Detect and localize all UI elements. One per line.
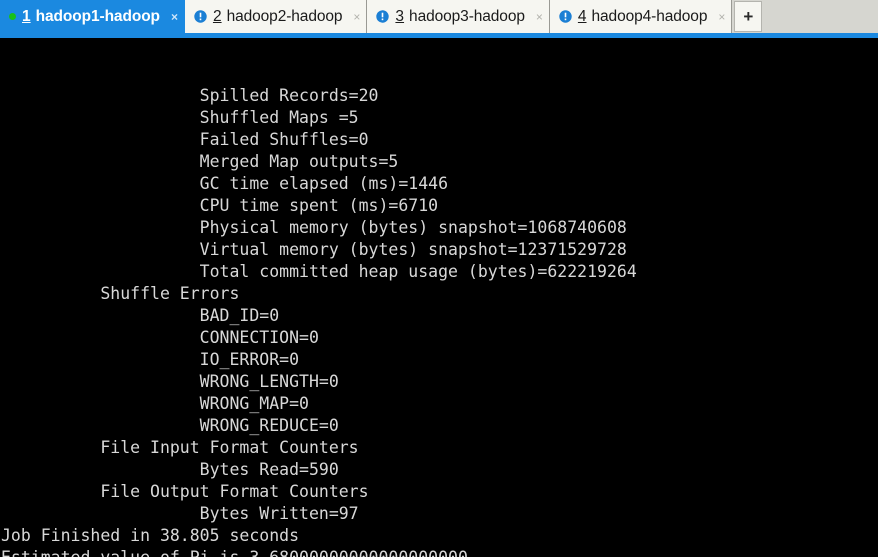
tab-number: 1 [22, 7, 31, 25]
terminal-line: IO_ERROR=0 [1, 350, 300, 369]
terminal-line: Shuffled Maps =5 [1, 108, 359, 127]
tab-title: hadoop4-hadoop [591, 7, 708, 25]
close-icon[interactable]: × [171, 11, 178, 23]
terminal-line: WRONG_LENGTH=0 [1, 372, 339, 391]
terminal-window: 1 hadoop1-hadoop × 2 hadoop2-hadoop × 3 … [0, 0, 878, 557]
terminal-line: Bytes Written=97 [1, 504, 359, 523]
terminal-line: Job Finished in 38.805 seconds [1, 526, 300, 545]
terminal-line: Spilled Records=20 [1, 86, 379, 105]
close-icon[interactable]: × [718, 11, 725, 23]
tab-1-hadoop1[interactable]: 1 hadoop1-hadoop × [0, 0, 185, 33]
terminal-line: GC time elapsed (ms)=1446 [1, 174, 449, 193]
terminal-line: CPU time spent (ms)=6710 [1, 196, 439, 215]
warning-circle-icon [376, 10, 390, 23]
terminal-line: Merged Map outputs=5 [1, 152, 399, 171]
plus-icon: + [743, 6, 754, 26]
terminal-line: File Output Format Counters [1, 482, 369, 501]
new-tab-button[interactable]: + [734, 1, 763, 32]
terminal-line: Total committed heap usage (bytes)=62221… [1, 262, 637, 281]
warning-circle-icon [194, 10, 207, 23]
terminal-line: Failed Shuffles=0 [1, 130, 369, 149]
tab-number: 4 [577, 7, 587, 25]
terminal-line: Physical memory (bytes) snapshot=1068740… [1, 218, 627, 237]
tab-4-hadoop4[interactable]: 4 hadoop4-hadoop × [549, 0, 733, 33]
terminal-line: Estimated value of Pi is 3.6800000000000… [0, 547, 878, 557]
tab-bar: 1 hadoop1-hadoop × 2 hadoop2-hadoop × 3 … [0, 0, 878, 33]
terminal-scrollback: Spilled Records=20 Shuffled Maps =5 Fail… [0, 85, 878, 557]
tabbar-filler [762, 0, 878, 33]
tab-number: 2 [212, 7, 222, 25]
tab-number: 3 [395, 7, 405, 25]
green-dot-icon [9, 13, 16, 20]
terminal-line: File Input Format Counters [1, 438, 359, 457]
terminal-line: CONNECTION=0 [1, 328, 319, 347]
close-icon[interactable]: × [353, 11, 360, 23]
terminal-line: WRONG_REDUCE=0 [1, 416, 339, 435]
terminal-output[interactable]: Spilled Records=20 Shuffled Maps =5 Fail… [0, 38, 878, 557]
warning-circle-icon [559, 10, 572, 23]
terminal-line: Virtual memory (bytes) snapshot=12371529… [1, 240, 627, 259]
terminal-line: Shuffle Errors [1, 284, 240, 303]
tab-3-hadoop3[interactable]: 3 hadoop3-hadoop × [367, 0, 550, 33]
terminal-line: BAD_ID=0 [1, 306, 280, 325]
close-icon[interactable]: × [536, 11, 543, 23]
terminal-line: WRONG_MAP=0 [1, 394, 309, 413]
tab-title: hadoop1-hadoop [35, 7, 160, 25]
tab-title: hadoop2-hadoop [226, 7, 343, 25]
terminal-line: Bytes Read=590 [1, 460, 339, 479]
tab-2-hadoop2[interactable]: 2 hadoop2-hadoop × [184, 0, 368, 33]
tab-title: hadoop3-hadoop [409, 7, 525, 25]
